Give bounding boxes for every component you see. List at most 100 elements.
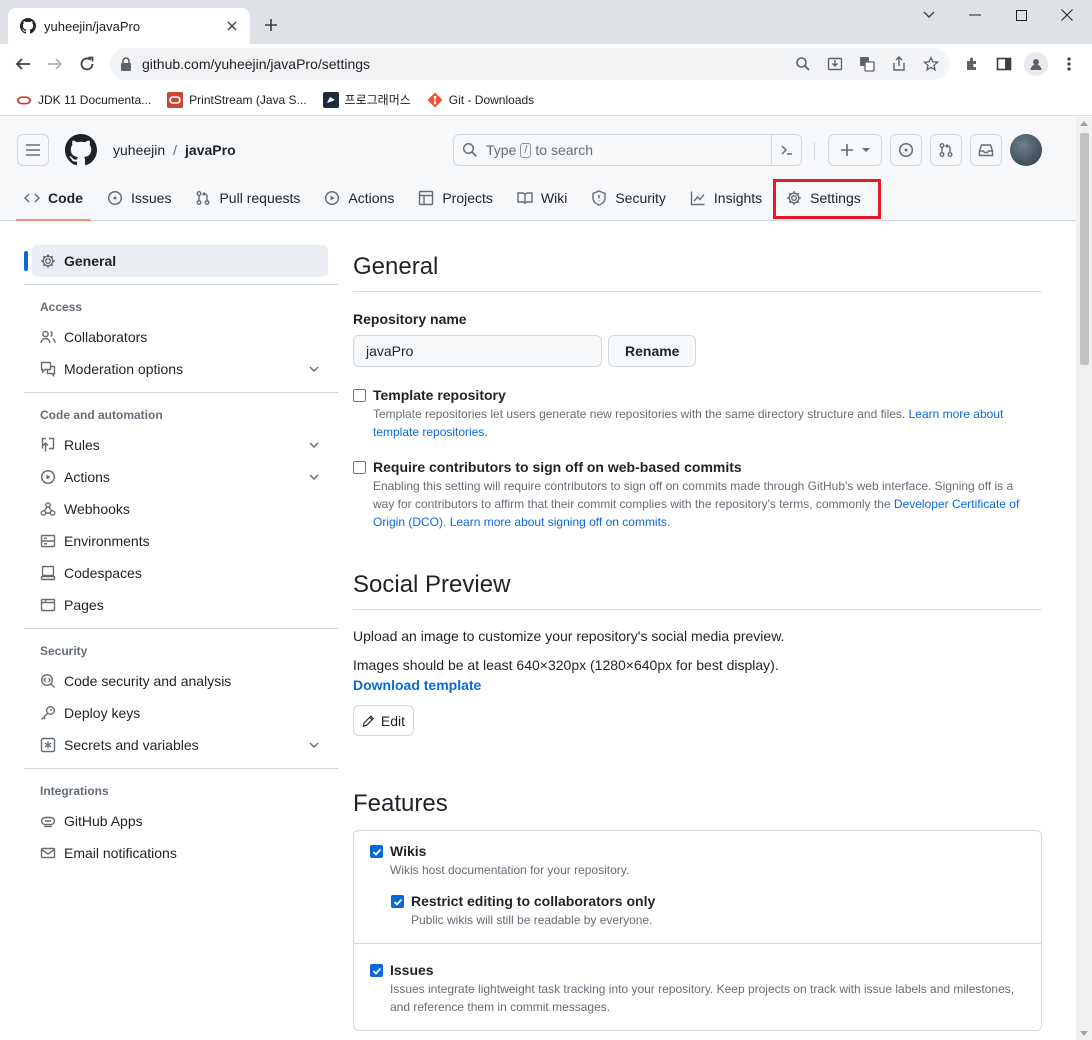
tab-title: yuheejin/javaPro bbox=[44, 18, 141, 34]
settings-highlight-box bbox=[773, 179, 881, 219]
sidebar-item-moderation[interactable]: Moderation options bbox=[24, 353, 338, 385]
sidebar-item-github-apps[interactable]: GitHub Apps bbox=[24, 805, 338, 837]
breadcrumb: yuheejin / javaPro bbox=[113, 142, 236, 158]
command-palette-icon[interactable] bbox=[771, 135, 801, 165]
bookmark-programmers[interactable]: 프로그래머스 bbox=[322, 91, 411, 108]
pull-requests-button[interactable] bbox=[930, 134, 962, 166]
extensions-icon[interactable] bbox=[960, 52, 984, 76]
create-new-button[interactable] bbox=[828, 134, 882, 166]
tab-wiki[interactable]: Wiki bbox=[509, 179, 575, 217]
rename-button[interactable]: Rename bbox=[608, 335, 697, 367]
issues-button[interactable] bbox=[890, 134, 922, 166]
sidebar-divider bbox=[24, 768, 338, 769]
webhook-icon bbox=[40, 502, 56, 516]
template-repositories-link[interactable]: template repositories bbox=[373, 425, 484, 439]
address-bar[interactable]: github.com/yuheejin/javaPro/settings bbox=[110, 48, 950, 80]
dco-link[interactable]: Developer Certificate of bbox=[894, 497, 1019, 511]
social-preview-size-note: Images should be at least 640×320px (128… bbox=[353, 657, 779, 673]
profile-icon[interactable] bbox=[1024, 52, 1048, 76]
side-panel-icon[interactable] bbox=[992, 52, 1016, 76]
browser-tab[interactable]: yuheejin/javaPro bbox=[8, 8, 250, 44]
tab-issues[interactable]: Issues bbox=[99, 179, 179, 217]
codespaces-icon bbox=[40, 565, 56, 581]
bookmark-jdk[interactable]: JDK 11 Documenta... bbox=[16, 92, 151, 108]
sidebar-item-email-notifications[interactable]: Email notifications bbox=[24, 837, 338, 869]
hubot-icon bbox=[40, 816, 56, 828]
scroll-down-icon[interactable] bbox=[1080, 1031, 1088, 1036]
sidebar-item-pages[interactable]: Pages bbox=[24, 589, 338, 621]
scroll-up-icon[interactable] bbox=[1080, 121, 1088, 126]
template-repo-description: Template repositories let users generate… bbox=[373, 407, 1004, 439]
forward-icon[interactable] bbox=[43, 52, 67, 76]
chevron-down-icon bbox=[309, 474, 319, 481]
mail-icon bbox=[40, 847, 56, 859]
github-logo-icon[interactable] bbox=[65, 134, 97, 166]
sidebar-divider bbox=[24, 284, 338, 285]
hamburger-icon bbox=[26, 144, 40, 156]
sidebar-item-deploy-keys[interactable]: Deploy keys bbox=[24, 697, 338, 729]
template-learn-more-link[interactable]: Learn more about bbox=[909, 407, 1004, 421]
sidebar-item-webhooks[interactable]: Webhooks bbox=[24, 493, 338, 525]
general-heading: General bbox=[353, 253, 1042, 292]
bookmark-star-icon[interactable] bbox=[920, 53, 942, 75]
owner-link[interactable]: yuheejin bbox=[113, 142, 165, 158]
repo-link[interactable]: javaPro bbox=[185, 142, 236, 158]
dco-link-cont[interactable]: Origin (DCO) bbox=[373, 515, 443, 529]
install-app-icon[interactable] bbox=[824, 53, 846, 75]
zoom-search-icon[interactable] bbox=[792, 53, 814, 75]
plus-icon bbox=[841, 144, 853, 156]
tab-insights[interactable]: Insights bbox=[682, 179, 770, 217]
download-template-link[interactable]: Download template bbox=[353, 677, 1042, 693]
sidebar-item-environments[interactable]: Environments bbox=[24, 525, 338, 557]
tab-search-chevron-icon[interactable] bbox=[906, 4, 952, 26]
bookmark-printstream[interactable]: PrintStream (Java S... bbox=[167, 91, 307, 108]
check-icon bbox=[372, 848, 381, 856]
sidebar-item-collaborators[interactable]: Collaborators bbox=[24, 321, 338, 353]
sidebar-item-code-security[interactable]: Code security and analysis bbox=[24, 665, 338, 697]
page-scrollbar[interactable] bbox=[1076, 117, 1092, 1040]
play-icon bbox=[40, 469, 56, 485]
browser-toolbar: github.com/yuheejin/javaPro/settings bbox=[0, 44, 1092, 84]
scrollbar-thumb[interactable] bbox=[1080, 133, 1089, 365]
signoff-learn-more-link[interactable]: Learn more about signing off on commits bbox=[450, 515, 667, 529]
check-icon bbox=[372, 967, 381, 975]
sidebar-heading-access: Access bbox=[40, 300, 83, 314]
tab-code[interactable]: Code bbox=[16, 179, 91, 221]
sidebar-item-secrets[interactable]: Secrets and variables bbox=[24, 729, 338, 761]
translate-icon[interactable] bbox=[856, 53, 878, 75]
tab-actions[interactable]: Actions bbox=[316, 179, 402, 217]
new-tab-icon[interactable] bbox=[260, 14, 282, 36]
signoff-checkbox[interactable] bbox=[353, 461, 366, 474]
avatar[interactable] bbox=[1010, 134, 1042, 166]
maximize-icon[interactable] bbox=[998, 4, 1044, 26]
hamburger-menu-button[interactable] bbox=[17, 134, 49, 166]
wikis-checkbox[interactable] bbox=[370, 845, 383, 858]
repo-nav: Code Issues Pull requests Actions Projec… bbox=[16, 179, 877, 221]
tab-close-icon[interactable] bbox=[224, 18, 240, 34]
sidebar-item-rules[interactable]: Rules bbox=[24, 429, 338, 461]
chrome-menu-icon[interactable] bbox=[1057, 52, 1081, 76]
repo-name-input[interactable]: javaPro bbox=[353, 335, 602, 367]
tab-pull-requests[interactable]: Pull requests bbox=[187, 179, 308, 217]
sidebar-item-codespaces[interactable]: Codespaces bbox=[24, 557, 338, 589]
issues-checkbox[interactable] bbox=[370, 964, 383, 977]
template-repo-checkbox[interactable] bbox=[353, 389, 366, 402]
minimize-icon[interactable] bbox=[952, 4, 998, 26]
tab-projects[interactable]: Projects bbox=[410, 179, 501, 217]
back-icon[interactable] bbox=[11, 52, 35, 76]
lock-icon[interactable] bbox=[120, 57, 132, 71]
reload-icon[interactable] bbox=[75, 52, 99, 76]
inbox-button[interactable] bbox=[970, 134, 1002, 166]
window-close-icon[interactable] bbox=[1044, 4, 1090, 26]
chevron-down-icon bbox=[309, 366, 319, 373]
restrict-editing-checkbox[interactable] bbox=[391, 895, 404, 908]
edit-button[interactable]: Edit bbox=[353, 705, 414, 736]
share-icon[interactable] bbox=[888, 53, 910, 75]
bookmark-git[interactable]: Git - Downloads bbox=[427, 92, 534, 108]
sidebar-item-actions[interactable]: Actions bbox=[24, 461, 338, 493]
tab-security[interactable]: Security bbox=[583, 179, 674, 217]
sidebar-divider bbox=[24, 392, 338, 393]
key-asterisk-icon bbox=[40, 737, 56, 753]
search-input[interactable]: Type / to search bbox=[453, 134, 802, 166]
sidebar-item-general[interactable]: General bbox=[24, 245, 328, 277]
